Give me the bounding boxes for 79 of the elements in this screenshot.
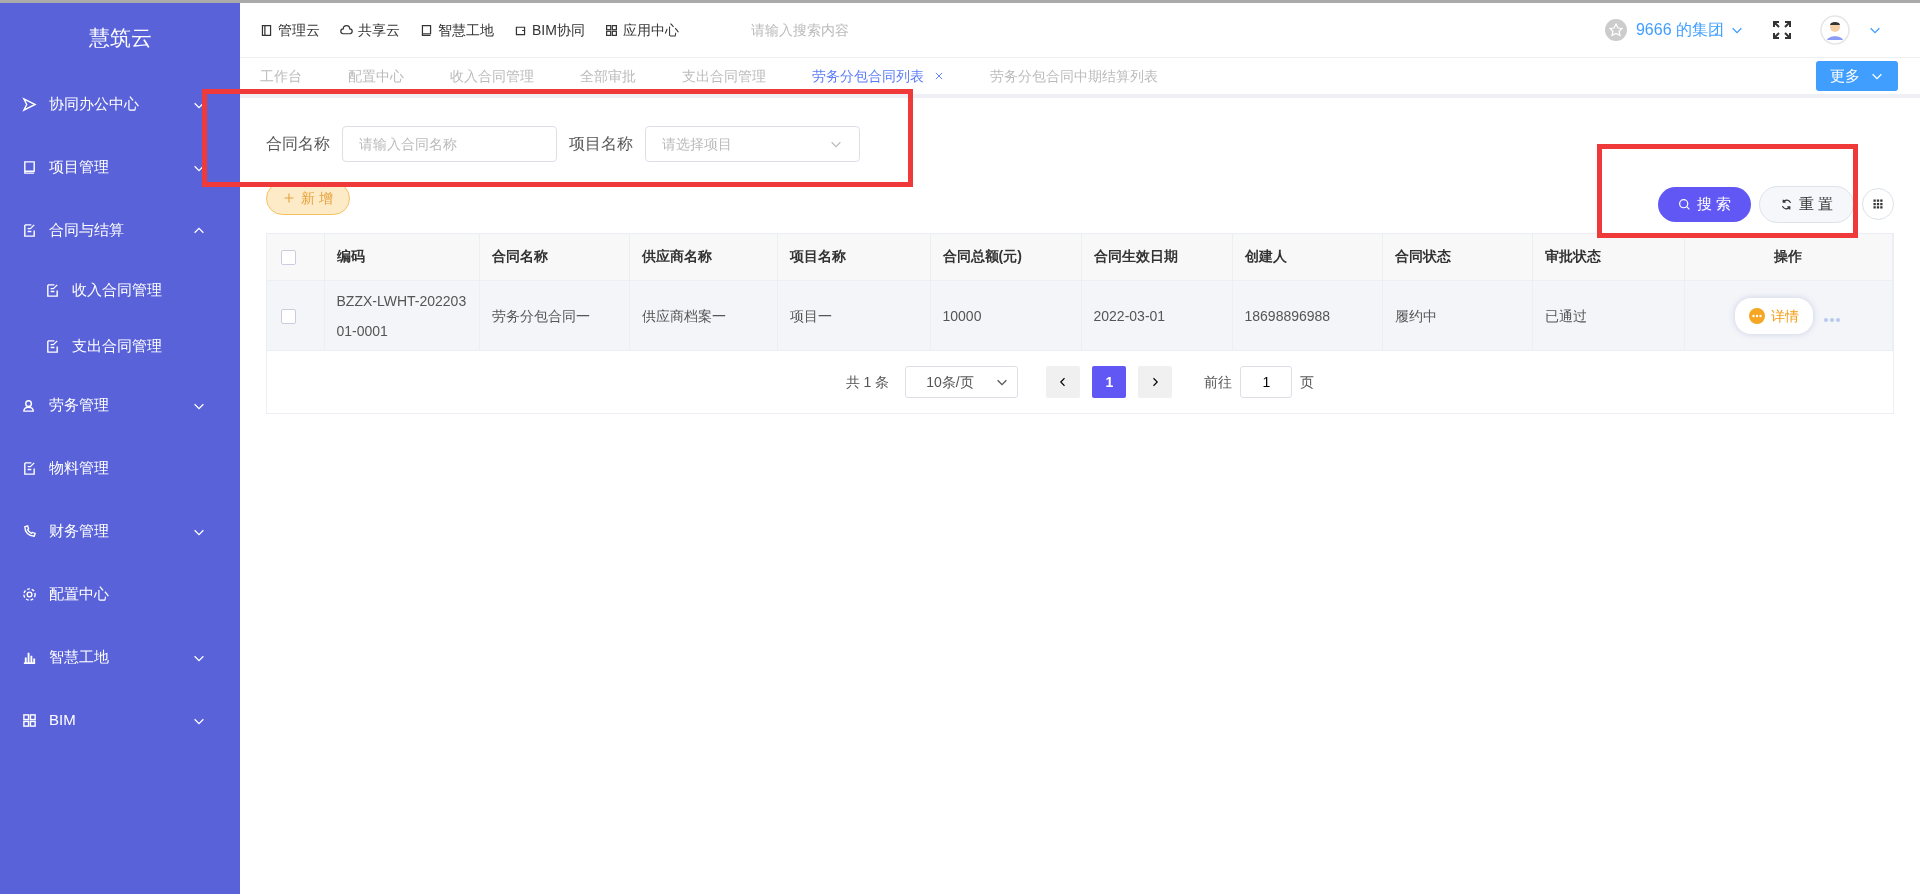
edit-icon: [45, 338, 60, 354]
sidebar-item[interactable]: 合同与结算: [0, 199, 240, 262]
table-cell: 项目一: [777, 280, 930, 351]
search-button[interactable]: 搜 索: [1657, 187, 1751, 222]
close-icon: [934, 71, 944, 81]
page-number[interactable]: 1: [1092, 366, 1127, 398]
checkbox[interactable]: [281, 250, 296, 266]
text-field[interactable]: 请输入合同名称: [342, 126, 557, 162]
reset-button[interactable]: 重 置: [1758, 186, 1854, 223]
gear-icon: [22, 587, 37, 602]
edit-icon: [45, 282, 60, 298]
field-label: 项目名称: [569, 134, 633, 154]
checkbox[interactable]: [281, 309, 296, 325]
edit-icon: [22, 461, 37, 476]
column-header: 创建人: [1232, 233, 1382, 281]
goto-label: 前往: [1204, 372, 1233, 392]
sidebar-subitem[interactable]: 支出合同管理: [0, 318, 240, 374]
grid-icon: [22, 713, 37, 728]
bar-chart-icon: [22, 650, 37, 665]
grid-icon: [1872, 198, 1884, 211]
goto-suffix: 页: [1300, 372, 1315, 392]
table-cell: 10000: [930, 280, 1081, 351]
book-icon: [420, 23, 433, 37]
more-icon[interactable]: [1823, 316, 1842, 323]
top-nav-link[interactable]: 管理云: [260, 19, 320, 41]
refresh-icon: [1779, 197, 1793, 211]
sidebar-item[interactable]: 协同办公中心: [0, 73, 240, 136]
table-cell: 18698896988: [1232, 280, 1382, 351]
page-input[interactable]: 1: [1240, 366, 1293, 398]
page-size-select[interactable]: 10条/页: [905, 366, 1019, 398]
more-button[interactable]: 更多: [1816, 60, 1898, 92]
org-switcher[interactable]: 9666 的集团: [1635, 18, 1744, 42]
avatar-icon[interactable]: [1820, 15, 1850, 45]
top-nav-link[interactable]: 智慧工地: [420, 19, 494, 41]
sidebar-subitem[interactable]: 收入合同管理: [0, 262, 240, 318]
more-icon: [1749, 307, 1766, 324]
table-cell: 2022-03-01: [1081, 280, 1232, 351]
column-header: 合同名称: [479, 233, 629, 281]
sidebar-item[interactable]: 智慧工地: [0, 626, 240, 689]
cloud-icon: [340, 23, 353, 37]
sidebar-item[interactable]: 项目管理: [0, 136, 240, 199]
next-page-button[interactable]: [1138, 366, 1173, 398]
user-icon: [22, 398, 37, 413]
top-nav-link[interactable]: BIM协同: [514, 19, 585, 41]
table-cell: BZZX-LWHT-20220301-0001: [324, 280, 479, 351]
sidebar-item[interactable]: 物料管理: [0, 437, 240, 500]
field-label: 合同名称: [266, 134, 330, 154]
edit-icon: [22, 223, 37, 238]
book-icon: [22, 160, 37, 175]
grid-icon: [604, 23, 618, 37]
column-header: 编码: [324, 233, 479, 281]
page-tab[interactable]: 劳务分包合同列表: [812, 65, 944, 87]
table-cell: 已通过: [1532, 280, 1684, 351]
send-icon: [22, 97, 37, 112]
table-cell: 供应商档案一: [629, 280, 777, 351]
sidebar-item[interactable]: 劳务管理: [0, 374, 240, 437]
column-header: 合同总额(元): [930, 233, 1081, 281]
plus-icon: [283, 192, 295, 205]
total-count: 共 1 条: [845, 372, 890, 392]
logo-text: 慧筑云: [87, 25, 153, 52]
column-header: 合同状态: [1382, 233, 1532, 281]
column-header: 审批状态: [1532, 233, 1684, 281]
sidebar-item[interactable]: 财务管理: [0, 500, 240, 563]
column-settings-button[interactable]: [1862, 188, 1894, 221]
prev-page-button[interactable]: [1046, 366, 1081, 398]
sidebar-item[interactable]: BIM: [0, 689, 240, 752]
top-nav-link[interactable]: 共享云: [340, 19, 400, 41]
sidebar-item[interactable]: 配置中心: [0, 563, 240, 626]
column-header: 合同生效日期: [1081, 233, 1232, 281]
top-nav-link[interactable]: 应用中心: [604, 19, 679, 41]
panel-icon: [260, 23, 273, 37]
search-icon: [1677, 197, 1691, 211]
table-cell: 劳务分包合同一: [479, 280, 629, 351]
table-cell: 履约中: [1382, 280, 1532, 351]
medal-icon: [1603, 18, 1628, 42]
phone-icon: [22, 524, 37, 539]
column-header: 供应商名称: [629, 233, 777, 281]
fullscreen-icon[interactable]: [1772, 20, 1792, 40]
column-header: 项目名称: [777, 233, 930, 281]
